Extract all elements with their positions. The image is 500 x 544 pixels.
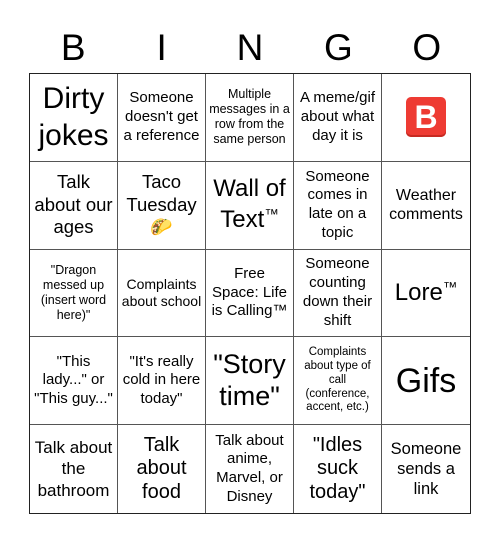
cell-text: "It's really cold in here today" xyxy=(122,352,201,408)
bingo-cell[interactable]: Dirty jokes xyxy=(30,74,118,162)
cell-text: Complaints about school xyxy=(121,276,202,309)
bingo-cell[interactable]: "This lady..." or "This guy..." xyxy=(30,337,118,426)
cell-text: Wall of Text xyxy=(213,175,286,234)
header-letter-b: B xyxy=(60,27,86,68)
cell-text: A meme/gif about what day it is xyxy=(299,89,376,144)
cell-text: Multiple messages in a row from the same… xyxy=(209,87,290,147)
bingo-cell[interactable]: Taco Tuesday 🌮 xyxy=(118,161,206,250)
bingo-cell[interactable]: Free Space: Life is Calling™ xyxy=(206,249,294,338)
bingo-cell[interactable]: B xyxy=(382,74,470,162)
bingo-cell[interactable]: Someone counting down their shift xyxy=(294,249,382,338)
bingo-card-grid: Dirty jokes Someone doesn't get a refere… xyxy=(29,73,471,514)
bingo-cell[interactable]: Someone doesn't get a reference xyxy=(118,74,206,162)
cell-text: Weather comments xyxy=(389,186,463,224)
cell-text: Dirty jokes xyxy=(38,81,109,153)
cell-content: Taco Tuesday 🌮 xyxy=(121,171,202,239)
bingo-header: B I N G O xyxy=(29,24,471,72)
header-letter-o: O xyxy=(412,27,442,68)
cell-text: Talk about anime, Marvel, or Disney xyxy=(215,431,284,505)
cell-text: Gifs xyxy=(395,361,457,400)
header-letter-i: I xyxy=(156,27,167,68)
cell-text: Talk about our ages xyxy=(34,171,113,238)
cell-text: Complaints about type of call (conferenc… xyxy=(304,346,371,414)
bingo-cell[interactable]: Complaints about school xyxy=(118,249,206,338)
cell-text: Someone doesn't get a reference xyxy=(123,89,200,144)
bingo-cell[interactable]: Weather comments xyxy=(382,162,470,250)
cell-text: "This lady..." or "This guy..." xyxy=(34,352,113,408)
cell-text: Someone sends a link xyxy=(390,439,462,499)
header-letter-n: N xyxy=(236,27,264,68)
free-space-text: Free Space: Life is Calling™ xyxy=(211,264,288,320)
bingo-cell[interactable]: Lore™ xyxy=(382,250,470,338)
cell-text: Lore xyxy=(394,278,443,306)
trademark-symbol: ™ xyxy=(442,279,458,296)
bingo-cell[interactable]: Talk about food xyxy=(118,425,206,513)
taco-icon: 🌮 xyxy=(150,217,173,238)
bingo-cell[interactable]: Complaints about type of call (conferenc… xyxy=(294,337,382,426)
bingo-cell[interactable]: "Idles suck today" xyxy=(294,425,382,513)
cell-content: Wall of Text™ xyxy=(209,174,290,235)
trademark-symbol: ™ xyxy=(264,207,279,224)
cell-text: "Idles suck today" xyxy=(309,433,366,503)
cell-text: Talk about the bathroom xyxy=(34,438,113,500)
b-button-icon: B xyxy=(406,97,446,138)
bingo-cell[interactable]: A meme/gif about what day it is xyxy=(294,74,382,162)
bingo-cell[interactable]: Someone sends a link xyxy=(382,425,470,513)
bingo-cell[interactable]: Someone comes in late on a topic xyxy=(294,161,382,250)
bingo-cell[interactable]: Multiple messages in a row from the same… xyxy=(206,74,294,162)
cell-text: "Story time" xyxy=(213,348,286,411)
bingo-cell[interactable]: "It's really cold in here today" xyxy=(118,337,206,426)
cell-text: Someone counting down their shift xyxy=(302,255,373,329)
bingo-cell[interactable]: Gifs xyxy=(382,337,470,426)
bingo-cell[interactable]: Talk about our ages xyxy=(30,161,118,250)
cell-text: Talk about food xyxy=(136,433,187,503)
bingo-cell[interactable]: "Story time" xyxy=(206,337,294,426)
cell-text: Taco Tuesday xyxy=(126,171,197,215)
bingo-cell[interactable]: Wall of Text™ xyxy=(206,161,294,250)
bingo-cell[interactable]: Talk about anime, Marvel, or Disney xyxy=(206,425,294,513)
bingo-cell[interactable]: "Dragon messed up (insert word here)" xyxy=(30,249,118,338)
header-letter-g: G xyxy=(324,27,353,68)
cell-text: Someone comes in late on a topic xyxy=(305,167,370,241)
cell-text: "Dragon messed up (insert word here)" xyxy=(40,262,107,322)
cell-content: Lore™ xyxy=(395,278,457,309)
bingo-cell[interactable]: Talk about the bathroom xyxy=(30,425,118,513)
